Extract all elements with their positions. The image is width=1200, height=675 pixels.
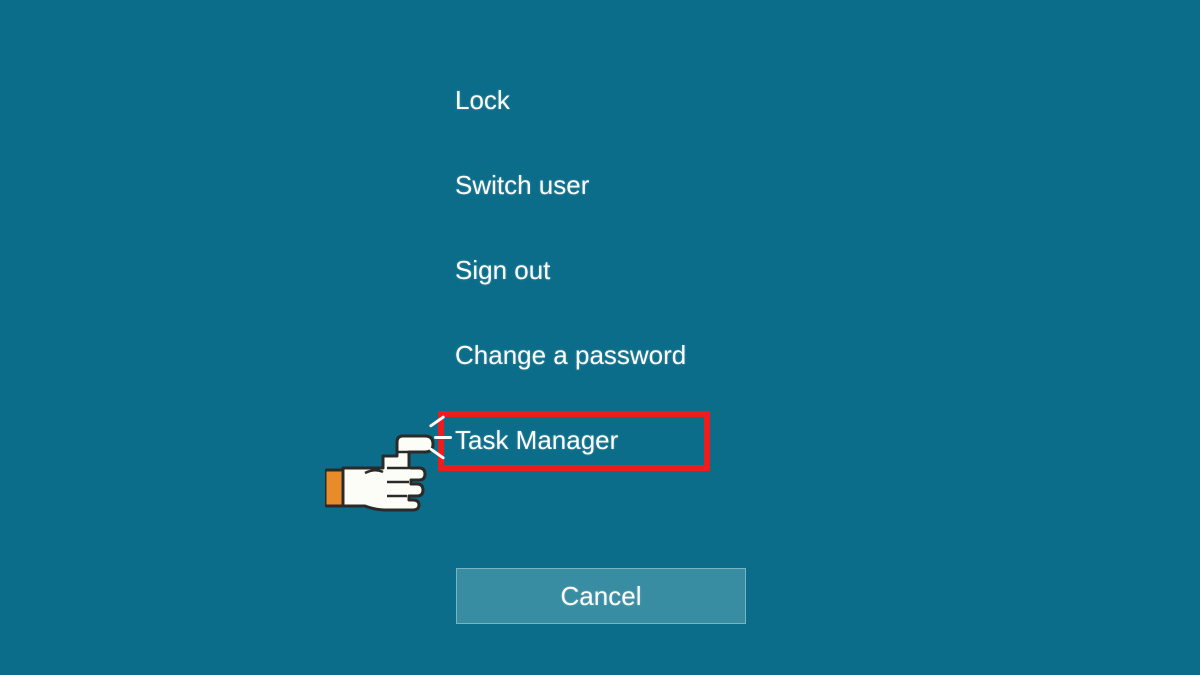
- menu-item-sign-out[interactable]: Sign out: [455, 245, 686, 296]
- cancel-button[interactable]: Cancel: [456, 568, 746, 624]
- pointing-hand-icon: [325, 418, 455, 518]
- menu-item-task-manager[interactable]: Task Manager: [455, 415, 686, 466]
- security-options-menu: Lock Switch user Sign out Change a passw…: [455, 75, 686, 500]
- menu-item-change-password[interactable]: Change a password: [455, 330, 686, 381]
- menu-item-switch-user[interactable]: Switch user: [455, 160, 686, 211]
- menu-item-lock[interactable]: Lock: [455, 75, 686, 126]
